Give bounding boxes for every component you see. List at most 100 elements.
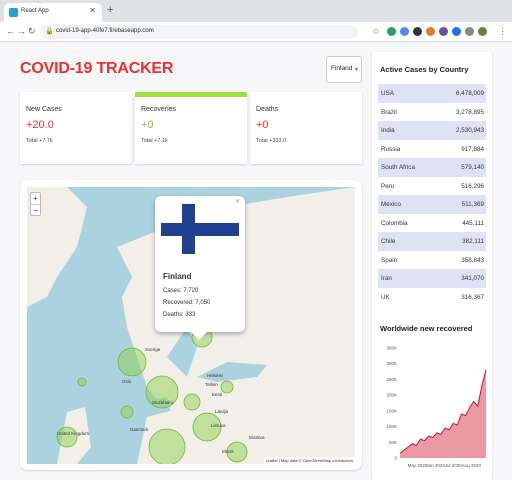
extension-puzzle-icon[interactable] (465, 27, 474, 36)
stat-value: +0 (256, 119, 269, 131)
close-icon[interactable]: ✕ (89, 6, 96, 15)
x-tick-label: Aug 2020 (462, 463, 482, 468)
table-row: Brazil 3,278,895 (378, 103, 486, 122)
zoom-control: + − (30, 192, 41, 216)
extension-icon[interactable] (413, 27, 422, 36)
chart-svg: 0 50K 100K 150K 200K 250K 300K 350K May 2020Jun … (386, 346, 487, 468)
popup-country-name: Finland (163, 272, 192, 281)
y-tick-label: 300K (386, 361, 397, 366)
map-card: + − Sverige Oslo Stockholm Helsinki Tall… (20, 180, 362, 470)
country-name: UK (381, 293, 390, 301)
x-tick-label: Jul 2020 (445, 463, 463, 468)
zoom-in-button[interactable]: + (31, 193, 40, 204)
country-name: Mexico (381, 201, 401, 208)
active-cases-value: 2,530,943 (455, 127, 484, 134)
sidebar-card: Active Cases by Country USA 6,478,009 Braz… (372, 52, 492, 480)
active-cases-value: 341,070 (461, 275, 484, 282)
extension-icon[interactable] (426, 27, 435, 36)
chevron-down-icon: ▼ (354, 67, 359, 73)
country-name: Brazil (381, 108, 397, 116)
map-label: Latvija (215, 409, 229, 414)
extension-icon[interactable] (439, 27, 448, 36)
back-icon[interactable]: ← (6, 26, 15, 36)
table-row: Mexico 511,369 (378, 195, 486, 214)
country-name: India (381, 127, 395, 134)
table-row: South Africa 579,140 (378, 158, 486, 177)
stat-value: +0 (141, 119, 154, 131)
stat-total: Total +7.1k (141, 138, 168, 144)
bookmark-star-icon[interactable]: ☆ (372, 26, 380, 37)
map-label: Lietuva (211, 423, 226, 428)
map-label: Stockholm (152, 400, 174, 405)
worldwide-chart: 0 50K 100K 150K 200K 250K 300K 350K May 2020 Jun … (376, 340, 490, 474)
popup-recovered: Recovered: 7,050 (163, 300, 211, 306)
x-tick-label: Jun 2020 (426, 463, 445, 468)
table-row: Iran 341,070 (378, 269, 486, 288)
extension-icon[interactable] (400, 27, 409, 36)
map-label: Oslo (122, 379, 132, 384)
browser-tab[interactable]: React App ✕ (4, 3, 102, 22)
country-popup: ✕ Finland Cases: 7,720 Recovered: 7,050 … (155, 196, 245, 340)
zoom-out-button[interactable]: − (31, 204, 40, 215)
map-label: Danmark (130, 427, 149, 432)
active-cases-value: 511,369 (461, 201, 484, 208)
active-cases-table: USA 6,478,009 Brazil 3,278,895 India 2,530,94… (378, 84, 486, 306)
map-label: United Kingdom (57, 431, 90, 436)
table-row: Russia 917,884 (378, 140, 486, 159)
table-row: Peru 516,296 (378, 177, 486, 196)
popup-tip (191, 332, 207, 340)
tab-title: React App (21, 8, 49, 14)
map-label: Minsk (222, 449, 234, 454)
x-tick-label: May 2020 (408, 463, 428, 468)
country-name: USA (381, 90, 394, 97)
map-label: Eesti (212, 392, 223, 397)
country-name: Russia (381, 145, 401, 153)
country-name: Chile (381, 238, 396, 245)
active-cases-value: 6,478,009 (455, 90, 484, 97)
y-tick-label: 200K (386, 393, 397, 398)
active-cases-value: 917,884 (461, 145, 484, 153)
y-tick-label: 50K (389, 440, 397, 445)
new-tab-icon[interactable]: + (107, 4, 113, 16)
stat-total: Total +333.0 (256, 138, 287, 144)
y-tick-label: 100K (386, 424, 397, 429)
country-dropdown[interactable]: Finland ▼ (326, 56, 362, 83)
stat-card-recoveries[interactable]: Recoveries +0 Total +7.1k (135, 92, 247, 164)
map-label: Tallinn (205, 382, 218, 387)
active-cases-value: 516,296 (461, 182, 484, 190)
reload-icon[interactable]: ↻ (28, 26, 36, 37)
table-row: India 2,530,943 (378, 121, 486, 140)
series-area (400, 370, 486, 458)
map-label: Helsinki (207, 373, 223, 378)
extension-icon[interactable] (452, 27, 461, 36)
stat-card-deaths[interactable]: Deaths +0 Total +333.0 (250, 92, 362, 164)
y-tick-label: 350K (386, 346, 397, 351)
url-field[interactable]: 🔒 covid-19-app-40fe7.firebaseapp.com (40, 25, 358, 39)
extension-icon[interactable] (387, 27, 396, 36)
finland-flag-icon (161, 204, 239, 254)
country-name: Iran (381, 275, 392, 282)
menu-dots-icon[interactable]: ⋮ (498, 26, 507, 37)
y-tick-label: 150K (386, 408, 397, 413)
stat-value: +20.0 (26, 119, 54, 131)
forward-icon[interactable]: → (17, 26, 26, 36)
table-row: Spain 358,843 (378, 251, 486, 270)
popup-deaths: Deaths: 333 (163, 312, 196, 318)
active-cases-title: Active Cases by Country (380, 65, 469, 74)
map-attribution: Leaflet | Map data © OpenStreetMap contr… (263, 457, 355, 464)
y-tick-label: 0 (394, 456, 397, 461)
profile-avatar-icon[interactable] (478, 27, 487, 36)
map[interactable]: + − Sverige Oslo Stockholm Helsinki Tall… (27, 187, 355, 464)
y-tick-label: 250K (386, 377, 397, 382)
active-cases-value: 579,140 (461, 164, 484, 171)
address-bar: ← → ↻ 🔒 covid-19-app-40fe7.firebaseapp.c… (0, 22, 512, 42)
worldwide-chart-title: Worldwide new recovered (380, 324, 473, 333)
app-page: COVID-19 TRACKER Finland ▼ New Cases +20… (0, 43, 512, 480)
stat-label: Recoveries (141, 106, 177, 113)
page-title: COVID-19 TRACKER (20, 60, 174, 77)
react-favicon-icon (9, 8, 18, 17)
map-label: Moskva (249, 435, 265, 440)
stat-total: Total +7.7k (26, 138, 53, 144)
stat-card-cases[interactable]: New Cases +20.0 Total +7.7k (20, 92, 132, 164)
stat-label: Deaths (256, 106, 279, 113)
